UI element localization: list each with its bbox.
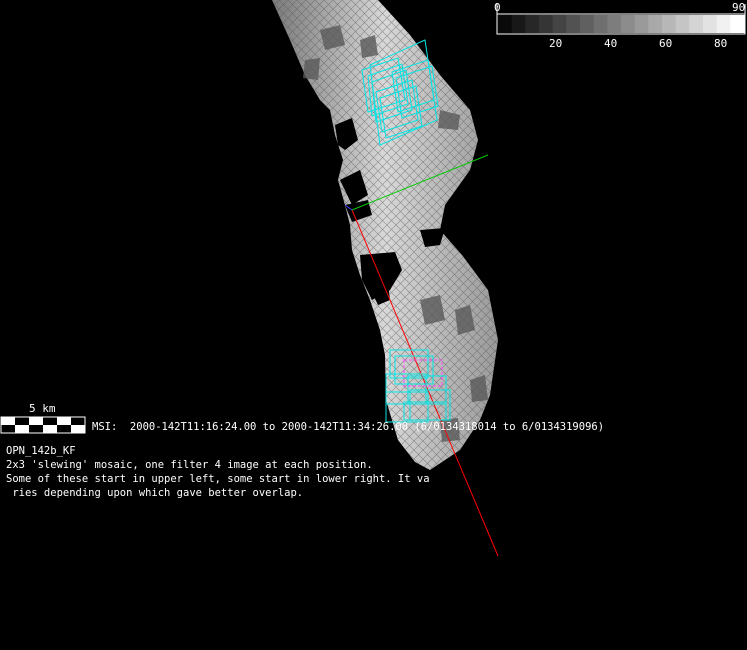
colorbar-step — [552, 15, 567, 33]
colorbar-step — [730, 15, 745, 33]
scale-bar — [0, 416, 86, 434]
colorbar-step — [525, 15, 540, 33]
colorbar-tick-label: 60 — [659, 37, 673, 50]
colorbar-min-label: 0 — [494, 1, 501, 14]
sequence-note-line1: 2x3 'slewing' mosaic, one filter 4 image… — [6, 459, 373, 471]
colorbar-step — [566, 15, 581, 33]
colorbar-step — [634, 15, 649, 33]
colorbar-step — [593, 15, 608, 33]
sequence-note-line3: ries depending upon which gave better ov… — [6, 487, 304, 499]
eros-shape-model-view — [0, 0, 746, 557]
colorbar-step — [498, 15, 513, 33]
colorbar-step — [716, 15, 731, 33]
msi-time-range: MSI: 2000-142T11:16:24.00 to 2000-142T11… — [92, 421, 605, 433]
sequence-title: OPN_142b_KF — [6, 445, 76, 457]
colorbar-step — [539, 15, 554, 33]
colorbar-step — [607, 15, 622, 33]
colorbar-step — [675, 15, 690, 33]
colorbar-tick-label: 20 — [549, 37, 563, 50]
colorbar-step — [580, 15, 595, 33]
colorbar — [496, 4, 746, 35]
colorbar-step — [511, 15, 526, 33]
scale-bar-label: 5 km — [29, 402, 56, 415]
sequence-note-line2: Some of these start in upper left, some … — [6, 473, 430, 485]
colorbar-step — [621, 15, 636, 33]
colorbar-step — [689, 15, 704, 33]
colorbar-step — [648, 15, 663, 33]
colorbar-tick-label: 80 — [714, 37, 728, 50]
colorbar-max-label: 90 — [732, 1, 746, 14]
colorbar-tick-label: 40 — [604, 37, 618, 50]
colorbar-step — [703, 15, 718, 33]
colorbar-step — [662, 15, 677, 33]
